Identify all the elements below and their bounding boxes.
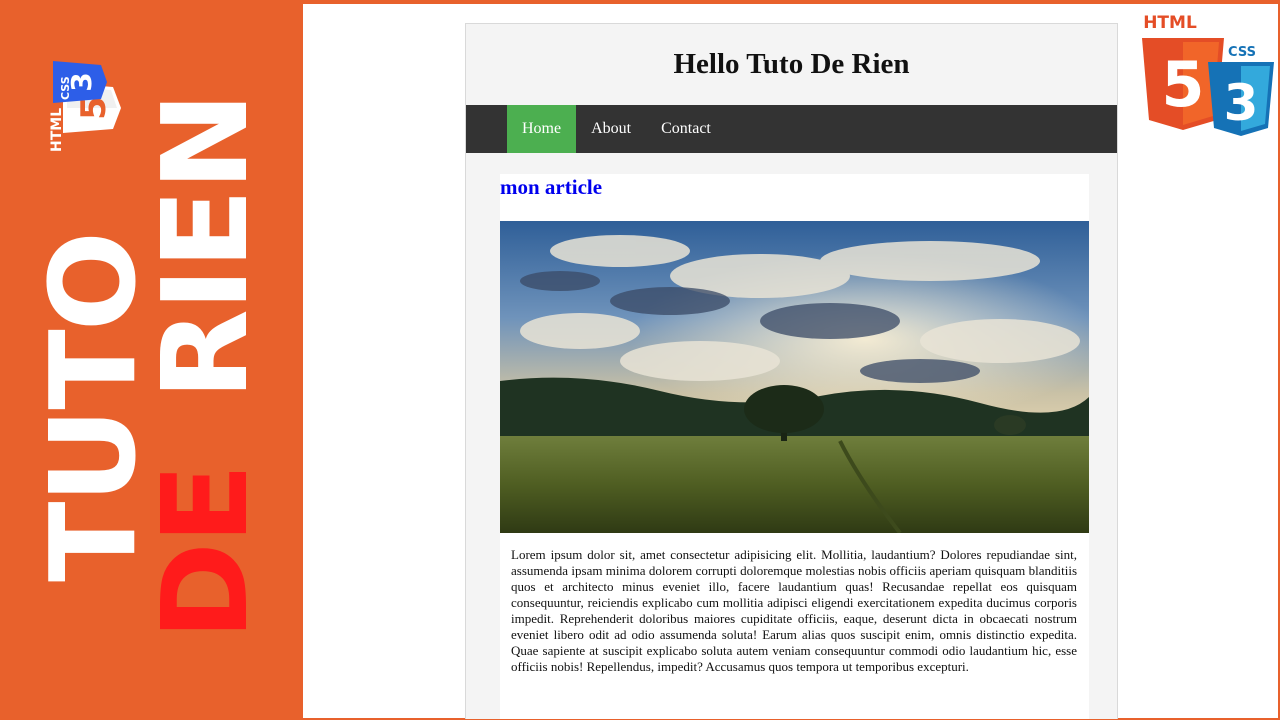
webpage-preview: Hello Tuto De Rien Home About Contact mo… <box>465 23 1118 719</box>
brand-panel: 5 3 HTML CSS TUTO DE RIEN <box>0 0 303 720</box>
navbar: Home About Contact <box>466 105 1117 153</box>
css-logo-number: 3 <box>1224 74 1259 132</box>
html5-css3-logo-icon: HTML 5 CSS 3 <box>1142 13 1274 136</box>
article-title: mon article <box>500 175 603 199</box>
content-stage: Hello Tuto De Rien Home About Contact mo… <box>303 4 1278 719</box>
article-body: Lorem ipsum dolor sit, amet consectetur … <box>511 547 1077 674</box>
brand-title-tuto: TUTO <box>24 232 162 582</box>
small-css-label: CSS <box>59 76 72 100</box>
html-logo-number: 5 <box>1161 48 1204 121</box>
html-logo-label: HTML <box>1143 13 1197 33</box>
nav-item-home[interactable]: Home <box>507 105 577 153</box>
page-header: Hello Tuto De Rien <box>466 24 1117 105</box>
landscape-photo-icon <box>500 221 1089 533</box>
nav-item-about[interactable]: About <box>576 105 646 153</box>
brand-title-de: DE <box>136 465 274 640</box>
brand-title-rien: RIEN <box>136 93 274 400</box>
css-logo-label: CSS <box>1228 45 1256 60</box>
small-html-label: HTML <box>49 107 65 152</box>
nav-item-contact[interactable]: Contact <box>646 105 726 153</box>
page-title: Hello Tuto De Rien <box>673 48 910 80</box>
article: mon article Lorem ipsum dolor sit, amet … <box>500 174 1089 719</box>
